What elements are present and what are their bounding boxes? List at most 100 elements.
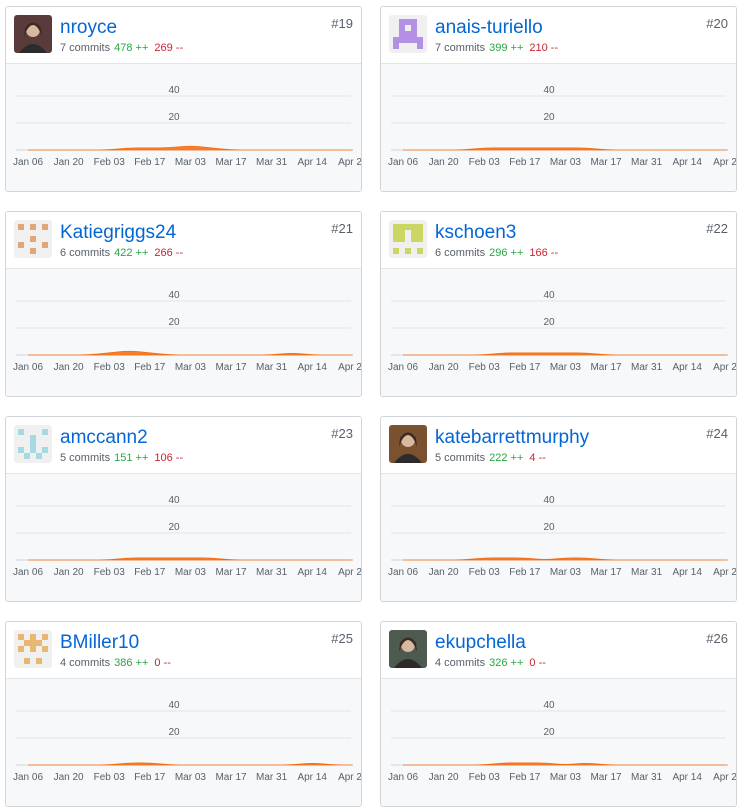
x-tick-label: Jan 20 — [429, 362, 459, 373]
x-tick-label: Mar 17 — [215, 362, 247, 373]
avatar[interactable] — [389, 425, 427, 463]
contributor-username-link[interactable]: anais-turiello — [435, 17, 543, 39]
contributor-username-link[interactable]: katebarrettmurphy — [435, 427, 589, 449]
commit-area-series — [402, 147, 728, 151]
commits-count-link[interactable]: 7 commits — [60, 42, 110, 54]
x-tick-label: Apr 28 — [338, 362, 362, 373]
contributor-rank: #26 — [706, 631, 728, 646]
avatar[interactable] — [389, 630, 427, 668]
x-tick-label: Apr 28 — [713, 157, 737, 168]
x-tick-label: Jan 06 — [388, 157, 418, 168]
deletions-count: 4 -- — [529, 452, 546, 464]
commit-activity-chart: 40 20 Jan 06 Jan 20 Feb 03 Feb 17 Mar 03 Mar 17… — [6, 64, 361, 191]
y-tick-label: 40 — [543, 495, 555, 506]
contributor-stats: 6 commits 296 ++ 166 -- — [435, 246, 558, 260]
additions-count: 326 ++ — [489, 657, 524, 669]
contributor-card: nroyce 7 commits 478 ++ 269 -- #19 40 20 Jan 06… — [5, 6, 362, 192]
x-tick-label: Jan 06 — [388, 567, 418, 578]
commits-count-link[interactable]: 4 commits — [60, 657, 110, 669]
contributor-rank: #25 — [331, 631, 353, 646]
x-tick-label: Jan 06 — [388, 362, 418, 373]
x-tick-label: Jan 20 — [429, 567, 459, 578]
commit-activity-chart: 40 20 Jan 06 Jan 20 Feb 03 Feb 17 Mar 03 Mar 17… — [6, 679, 362, 806]
x-tick-label: Jan 20 — [54, 157, 84, 168]
user-photo-icon — [389, 425, 427, 463]
x-tick-label: Feb 03 — [94, 567, 126, 578]
x-tick-label: Feb 03 — [94, 157, 126, 168]
contributor-card: kschoen3 6 commits 296 ++ 166 -- #22 40 20 Jan … — [380, 211, 737, 397]
x-tick-label: Feb 17 — [509, 362, 541, 373]
x-tick-label: Apr 14 — [297, 362, 327, 373]
commit-activity-chart: 40 20 Jan 06 Jan 20 Feb 03 Feb 17 Mar 03 Mar 17… — [6, 269, 362, 396]
avatar[interactable] — [389, 15, 427, 53]
identicon-avatar-icon — [14, 630, 52, 668]
contributor-header: BMiller10 4 commits 386 ++ 0 -- #25 — [6, 622, 361, 679]
commit-activity-chart: 40 20 Jan 06 Jan 20 Feb 03 Feb 17 Mar 03 Mar 17… — [381, 269, 736, 396]
avatar[interactable] — [14, 425, 52, 463]
y-tick-label: 20 — [543, 727, 555, 738]
contributor-card: katebarrettmurphy 5 commits 222 ++ 4 -- #24 4… — [380, 416, 737, 602]
commits-count-link[interactable]: 7 commits — [435, 42, 485, 54]
commit-activity-chart: 40 20 Jan 06 Jan 20 Feb 03 Feb 17 Mar 03 Mar 17… — [381, 679, 737, 806]
contributor-username-link[interactable]: amccann2 — [60, 427, 148, 449]
identicon-avatar-icon — [389, 220, 427, 258]
additions-count: 296 ++ — [489, 247, 524, 259]
commits-count-link[interactable]: 5 commits — [60, 452, 110, 464]
deletions-count: 0 -- — [154, 657, 171, 669]
x-tick-label: Apr 28 — [338, 772, 362, 783]
commits-count-link[interactable]: 5 commits — [435, 452, 485, 464]
commits-count-link[interactable]: 4 commits — [435, 657, 485, 669]
x-tick-label: Feb 03 — [469, 157, 501, 168]
x-tick-label: Mar 03 — [550, 567, 582, 578]
commits-count-link[interactable]: 6 commits — [60, 247, 110, 259]
contributor-username-link[interactable]: BMiller10 — [60, 632, 139, 654]
commit-area-series — [402, 352, 728, 356]
avatar[interactable] — [389, 220, 427, 258]
identicon-avatar-icon — [14, 425, 52, 463]
contributor-rank: #21 — [331, 221, 353, 236]
x-tick-label: Apr 28 — [713, 772, 737, 783]
contributor-header: amccann2 5 commits 151 ++ 106 -- #23 — [6, 417, 361, 474]
additions-count: 399 ++ — [489, 42, 524, 54]
x-tick-label: Feb 03 — [469, 362, 501, 373]
contributor-username-link[interactable]: kschoen3 — [435, 222, 516, 244]
avatar[interactable] — [14, 220, 52, 258]
x-tick-label: Apr 14 — [672, 157, 702, 168]
contributor-stats: 6 commits 422 ++ 266 -- — [60, 246, 183, 260]
x-tick-label: Apr 14 — [297, 157, 327, 168]
commits-count-link[interactable]: 6 commits — [435, 247, 485, 259]
avatar[interactable] — [14, 630, 52, 668]
x-tick-label: Feb 17 — [134, 362, 166, 373]
x-tick-label: Mar 31 — [256, 772, 288, 783]
contributor-header: kschoen3 6 commits 296 ++ 166 -- #22 — [381, 212, 736, 269]
contributor-stats: 4 commits 386 ++ 0 -- — [60, 656, 171, 670]
contributor-username-link[interactable]: ekupchella — [435, 632, 526, 654]
x-tick-label: Feb 03 — [469, 567, 501, 578]
y-tick-label: 40 — [543, 700, 555, 711]
x-tick-label: Mar 17 — [590, 157, 622, 168]
x-tick-label: Jan 06 — [13, 772, 43, 783]
deletions-count: 0 -- — [529, 657, 546, 669]
x-tick-label: Feb 03 — [94, 772, 126, 783]
contributor-card: ekupchella 4 commits 326 ++ 0 -- #26 40 20 Jan … — [380, 621, 737, 807]
avatar[interactable] — [14, 15, 52, 53]
y-tick-label: 40 — [168, 495, 180, 506]
contributor-card: Katiegriggs24 6 commits 422 ++ 266 -- #21 40 2… — [5, 211, 362, 397]
additions-count: 151 ++ — [114, 452, 149, 464]
commit-area-series — [27, 762, 353, 766]
commit-activity-chart: 40 20 Jan 06 Jan 20 Feb 03 Feb 17 Mar 03 Mar 17… — [381, 474, 736, 601]
contributor-username-link[interactable]: nroyce — [60, 17, 117, 39]
contributor-rank: #24 — [706, 426, 728, 441]
x-tick-label: Mar 31 — [631, 567, 663, 578]
y-tick-label: 40 — [543, 290, 555, 301]
y-tick-label: 20 — [168, 317, 180, 328]
y-tick-label: 20 — [168, 727, 180, 738]
y-tick-label: 20 — [543, 522, 555, 533]
x-tick-label: Jan 20 — [429, 772, 459, 783]
contributor-rank: #23 — [331, 426, 353, 441]
commit-activity-svg: 40 20 Jan 06 Jan 20 Feb 03 Feb 17 Mar 03 Mar 17… — [13, 85, 361, 168]
contributor-stats: 7 commits 399 ++ 210 -- — [435, 41, 558, 55]
commit-area-series — [27, 350, 353, 356]
contributor-username-link[interactable]: Katiegriggs24 — [60, 222, 176, 244]
x-tick-label: Apr 14 — [297, 567, 327, 578]
